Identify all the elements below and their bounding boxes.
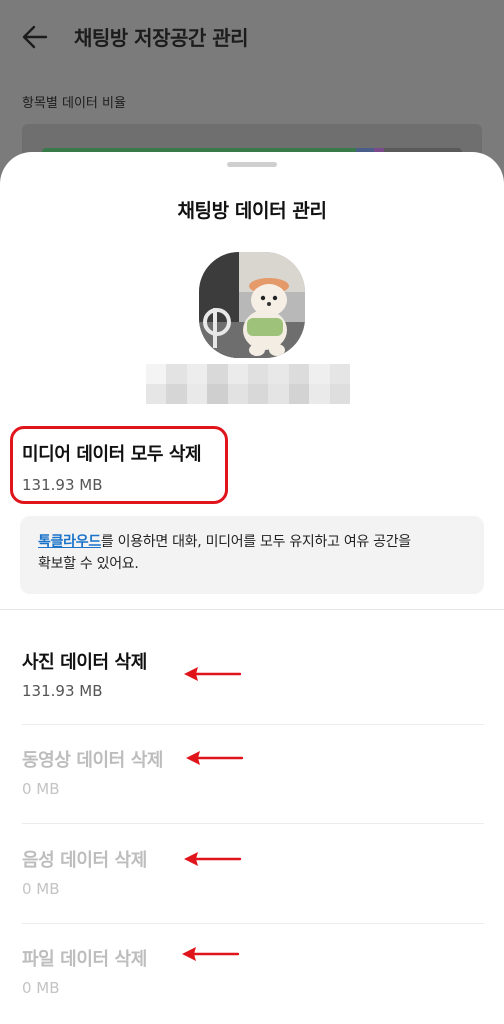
delete-all-media-button[interactable]: 미디어 데이터 모두 삭제 bbox=[22, 440, 202, 466]
list-divider bbox=[22, 923, 484, 924]
delete-video-data-item: 동영상 데이터 삭제 0 MB bbox=[0, 746, 504, 846]
item-size: 0 MB bbox=[22, 880, 60, 898]
delete-file-data-item: 파일 데이터 삭제 0 MB bbox=[0, 945, 504, 1024]
delete-all-media-size: 131.93 MB bbox=[22, 476, 103, 494]
sheet-grabber-handle[interactable] bbox=[227, 162, 277, 167]
item-title: 사진 데이터 삭제 bbox=[22, 652, 147, 673]
redacted-chatroom-name bbox=[146, 364, 350, 404]
talk-cloud-info-box: 톡클라우드를 이용하면 대화, 미디어를 모두 유지하고 여유 공간을 확보할 … bbox=[20, 516, 484, 594]
item-title: 동영상 데이터 삭제 bbox=[22, 750, 164, 771]
app-header: 채팅방 저장공간 관리 bbox=[0, 0, 504, 76]
section-divider bbox=[0, 609, 504, 610]
page-title: 채팅방 저장공간 관리 bbox=[74, 26, 249, 50]
info-text-line1: 를 이용하면 대화, 미디어를 모두 유지하고 여유 공간을 bbox=[100, 534, 411, 550]
annotation-arrow-icon bbox=[184, 852, 242, 866]
annotation-arrow-icon bbox=[182, 947, 240, 961]
list-divider bbox=[22, 724, 484, 725]
chatroom-avatar bbox=[199, 252, 305, 358]
list-divider bbox=[22, 823, 484, 824]
bottom-sheet: 채팅방 데이터 관리 미디어 데이터 모두 삭제 131.93 MB 톡클라우드… bbox=[0, 152, 504, 1024]
annotation-arrow-icon bbox=[184, 667, 242, 681]
dog-photo-image bbox=[199, 252, 305, 358]
item-title: 음성 데이터 삭제 bbox=[22, 850, 147, 871]
delete-audio-data-item: 음성 데이터 삭제 0 MB bbox=[0, 846, 504, 946]
item-title: 파일 데이터 삭제 bbox=[22, 949, 147, 970]
annotation-arrow-icon bbox=[186, 751, 244, 765]
sheet-title: 채팅방 데이터 관리 bbox=[177, 200, 327, 222]
talk-cloud-link[interactable]: 톡클라우드 bbox=[38, 534, 101, 550]
item-size: 0 MB bbox=[22, 780, 60, 798]
delete-photo-data-item[interactable]: 사진 데이터 삭제 131.93 MB bbox=[0, 648, 504, 748]
info-text-line2: 확보할 수 있어요. bbox=[38, 556, 139, 572]
item-size: 0 MB bbox=[22, 979, 60, 997]
item-size: 131.93 MB bbox=[22, 682, 103, 700]
section-subtitle: 항목별 데이터 비율 bbox=[22, 96, 126, 111]
back-arrow-icon[interactable] bbox=[22, 24, 48, 50]
